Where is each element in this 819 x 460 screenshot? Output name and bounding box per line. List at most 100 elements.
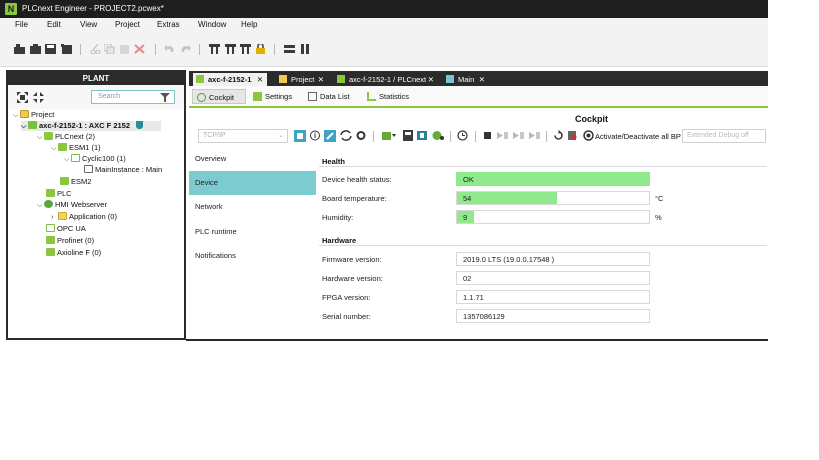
menu-project[interactable]: Project xyxy=(115,20,140,29)
collapse-all-icon[interactable] xyxy=(33,92,44,103)
tree-item-project[interactable]: ⌵ Project xyxy=(13,110,54,120)
doc-tab-project[interactable]: Project ✕ xyxy=(276,73,328,86)
hardware-version-field: 02 xyxy=(456,271,650,285)
chevron-down-icon[interactable]: ⌵ xyxy=(37,201,44,211)
chevron-down-icon[interactable]: ⌵ xyxy=(64,155,71,165)
task-icon xyxy=(71,154,80,162)
menu-window[interactable]: Window xyxy=(198,20,226,29)
expand-all-icon[interactable] xyxy=(17,92,28,103)
menu-help[interactable]: Help xyxy=(241,20,257,29)
save-all-icon[interactable] xyxy=(61,44,72,54)
delete-icon[interactable] xyxy=(134,44,145,54)
tab-data-list[interactable]: Data List xyxy=(304,89,358,104)
tree-item-opcua[interactable]: OPC UA xyxy=(46,224,86,234)
filter-icon[interactable] xyxy=(160,93,170,102)
tree-item-device[interactable]: ⌵ axc-f-2152-1 : AXC F 2152 xyxy=(21,121,161,131)
undo-icon[interactable] xyxy=(164,44,175,54)
debug-icon[interactable] xyxy=(417,130,427,141)
toggle-breakpoints-icon[interactable] xyxy=(583,130,594,141)
program-icon xyxy=(446,75,454,83)
redo-icon[interactable] xyxy=(180,44,191,54)
menu-view[interactable]: View xyxy=(80,20,97,29)
title-bar: N PLCnext Engineer - PROJECT2.pcwex* xyxy=(0,0,768,18)
menu-extras[interactable]: Extras xyxy=(157,20,180,29)
close-icon[interactable]: ✕ xyxy=(479,73,485,86)
debug-mode-select[interactable]: Extended Debug off xyxy=(682,129,766,143)
doc-tab-device[interactable]: axc-f-2152-1 ✕ xyxy=(193,73,267,86)
refresh-connection-icon[interactable] xyxy=(340,130,352,141)
tab-cockpit[interactable]: Cockpit xyxy=(192,89,246,104)
menu-edit[interactable]: Edit xyxy=(47,20,61,29)
profinet-icon xyxy=(46,236,55,244)
close-icon[interactable]: ✕ xyxy=(428,73,434,86)
project-icon xyxy=(279,75,287,83)
write-download-icon[interactable] xyxy=(382,130,396,141)
step-into-icon[interactable] xyxy=(497,130,509,141)
health-status-label: Device health status: xyxy=(322,175,392,184)
network-icon[interactable] xyxy=(209,44,220,54)
gear-icon[interactable] xyxy=(356,130,366,141)
chevron-down-icon[interactable]: ⌵ xyxy=(13,111,20,121)
save-icon[interactable] xyxy=(45,44,56,54)
tree-item-esm2[interactable]: ESM2 xyxy=(60,177,91,187)
tree-item-esm1[interactable]: ⌵ ESM1 (1) xyxy=(51,143,101,153)
cockpit-navigation: Overview Device Network PLC runtime Noti… xyxy=(189,147,316,340)
close-icon[interactable]: ✕ xyxy=(257,73,263,86)
doc-tab-main[interactable]: Main ✕ xyxy=(443,73,489,86)
nav-notifications[interactable]: Notifications xyxy=(189,244,316,268)
lock-icon[interactable] xyxy=(255,44,266,54)
serial-number-field: 1357086129 xyxy=(456,309,650,323)
nav-overview[interactable]: Overview xyxy=(189,147,316,171)
tree-item-profinet[interactable]: Profinet (0) xyxy=(46,236,94,246)
breakpoint-icon[interactable] xyxy=(567,130,578,141)
connection-select[interactable]: TCP/IP ⌄ xyxy=(198,129,288,143)
activate-all-bp-label[interactable]: Activate/Deactivate all BP xyxy=(595,132,681,141)
reload-icon[interactable] xyxy=(553,130,564,141)
tree-item-maininstance[interactable]: MainInstance : Main xyxy=(84,165,162,175)
divider xyxy=(319,166,767,167)
shield-icon xyxy=(136,121,144,129)
tree-item-hmi-webserver[interactable]: ⌵ HMI Webserver xyxy=(37,200,107,210)
tree-item-application[interactable]: › Application (0) xyxy=(51,212,117,222)
chevron-down-icon[interactable]: ⌵ xyxy=(21,122,28,132)
connect-icon[interactable] xyxy=(324,130,336,142)
new-project-icon[interactable] xyxy=(14,44,25,54)
network-add-icon[interactable] xyxy=(225,44,236,54)
tree-item-cyclic100[interactable]: ⌵ Cyclic100 (1) xyxy=(64,154,126,164)
doc-tab-plcnext[interactable]: axc-f-2152-1 / PLCnext ✕ xyxy=(334,73,438,86)
info-icon[interactable] xyxy=(310,130,320,141)
project-download-icon[interactable] xyxy=(403,130,413,141)
program-instance-icon xyxy=(84,165,93,173)
menu-file[interactable]: File xyxy=(15,20,28,29)
nav-plc-runtime[interactable]: PLC runtime xyxy=(189,220,316,244)
paste-icon[interactable] xyxy=(119,44,130,54)
step-out-icon[interactable] xyxy=(529,130,541,141)
chevron-down-icon[interactable]: ⌵ xyxy=(51,144,58,154)
chevron-right-icon[interactable]: › xyxy=(51,213,58,223)
editor-bottom-border xyxy=(186,339,768,341)
temperature-fill xyxy=(457,192,557,204)
axioline-icon xyxy=(46,248,55,256)
open-project-icon[interactable] xyxy=(30,44,41,54)
horizontal-split-icon[interactable] xyxy=(284,44,295,54)
tab-statistics[interactable]: Statistics xyxy=(363,89,419,104)
network-remove-icon[interactable] xyxy=(240,44,251,54)
plcnext-icon xyxy=(44,132,53,140)
clock-icon[interactable] xyxy=(457,130,468,141)
nav-device[interactable]: Device xyxy=(189,171,316,195)
tree-item-plcnext[interactable]: ⌵ PLCnext (2) xyxy=(37,132,95,142)
chevron-down-icon[interactable]: ⌵ xyxy=(37,133,44,143)
nav-network[interactable]: Network xyxy=(189,195,316,219)
tree-item-plc[interactable]: PLC xyxy=(46,189,72,199)
step-over-icon[interactable] xyxy=(513,130,525,141)
debug-mode-icon[interactable] xyxy=(432,130,444,141)
cockpit-toolbar: TCP/IP ⌄ Activate/Deactivate all BP Exten… xyxy=(189,127,768,147)
tree-item-axioline[interactable]: Axioline F (0) xyxy=(46,248,101,258)
copy-icon[interactable] xyxy=(104,44,115,54)
cut-icon[interactable] xyxy=(90,44,101,54)
close-icon[interactable]: ✕ xyxy=(318,73,324,86)
tab-settings[interactable]: Settings xyxy=(249,89,301,104)
scan-network-icon[interactable] xyxy=(294,130,306,142)
vertical-split-icon[interactable] xyxy=(300,44,311,54)
stop-icon[interactable] xyxy=(483,130,493,141)
